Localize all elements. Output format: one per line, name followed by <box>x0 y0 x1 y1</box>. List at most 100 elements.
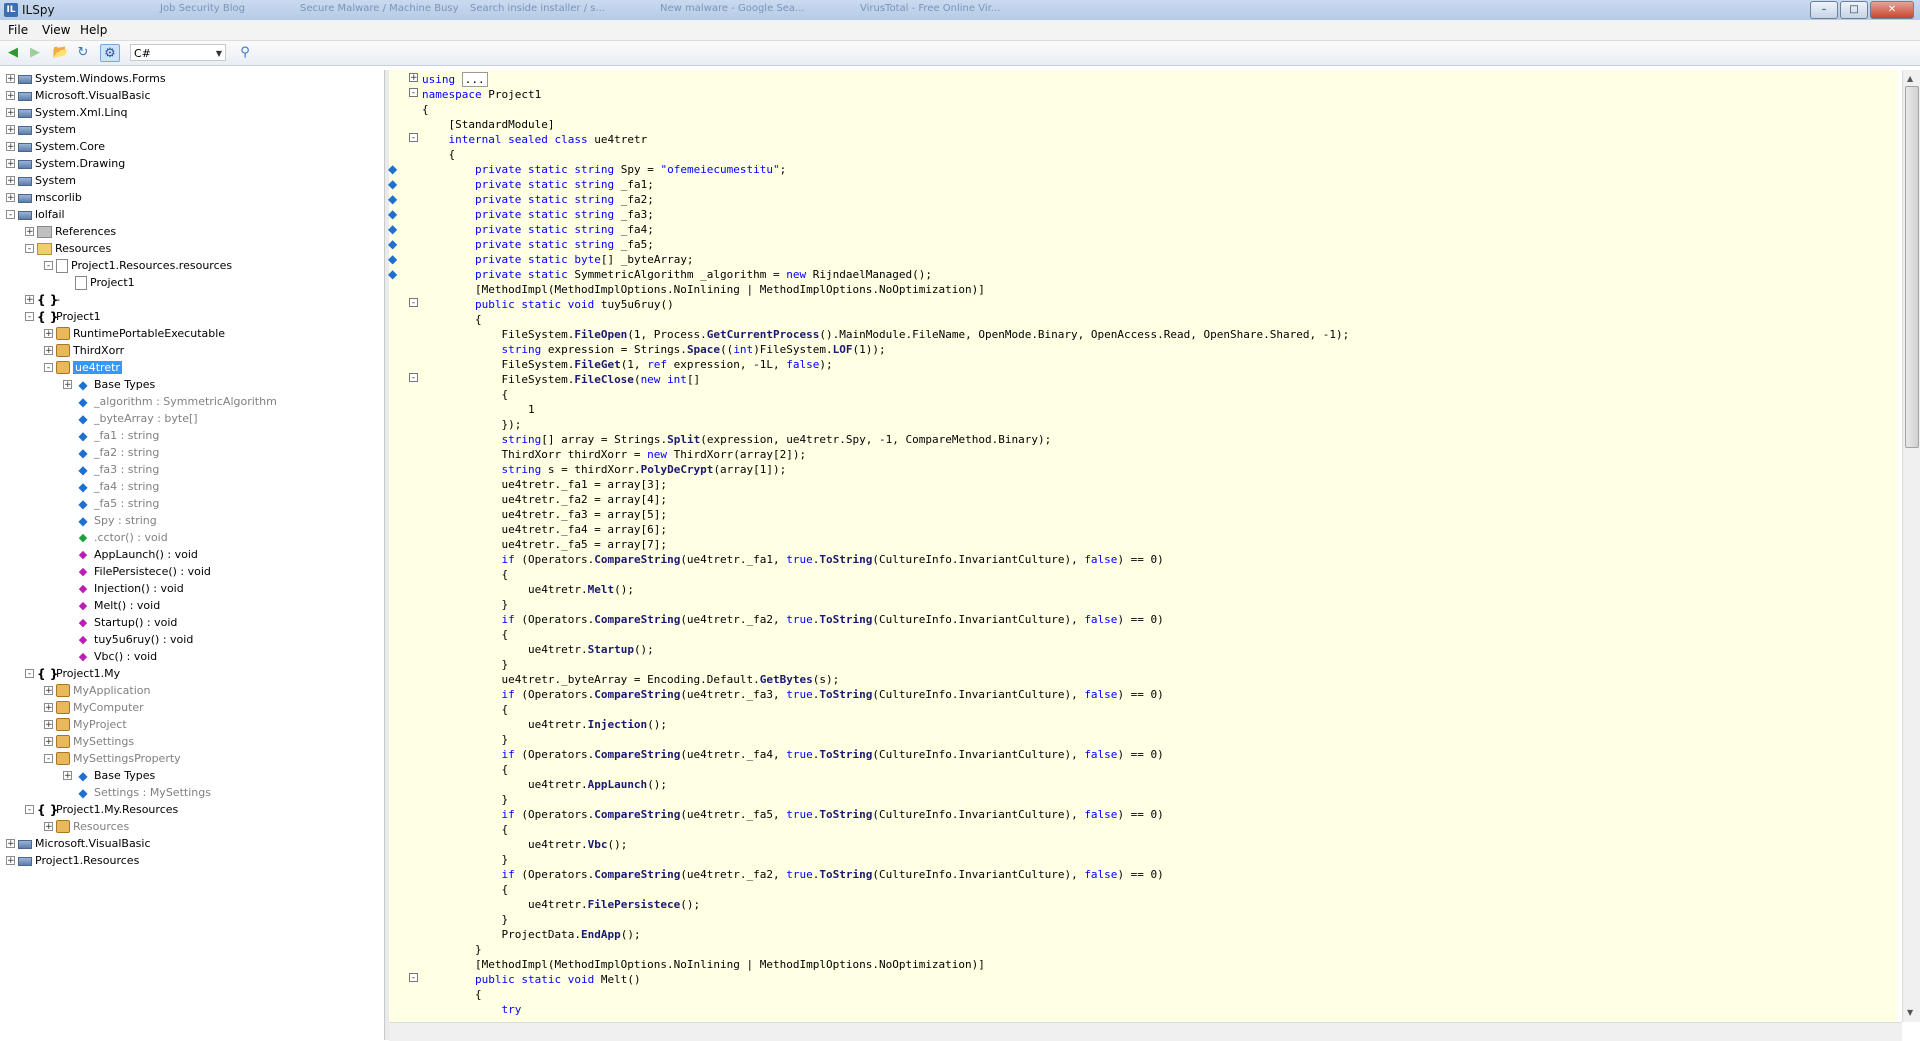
tree-item[interactable]: + ThirdXorr <box>44 342 124 359</box>
tree-item[interactable]: ◆ FilePersistece() : void <box>63 563 211 580</box>
tree-item[interactable]: + Resources <box>44 818 129 835</box>
tree-item[interactable]: - ue4tretr <box>44 359 122 376</box>
tree-item[interactable]: - Resources <box>25 240 111 257</box>
tree-item[interactable]: + Microsoft.VisualBasic <box>6 87 151 104</box>
maximize-button[interactable]: □ <box>1840 1 1868 19</box>
assembly-tree[interactable]: + System.Windows.Forms + Microsoft.VisualBa… <box>0 70 384 1040</box>
tree-item[interactable]: - Project1.Resources.resources <box>44 257 232 274</box>
collapse-icon[interactable]: - <box>6 210 15 220</box>
menu-help[interactable]: Help <box>80 23 107 37</box>
expand-icon[interactable]: + <box>409 73 418 83</box>
expand-icon[interactable]: + <box>63 771 72 781</box>
tree-item[interactable]: ◆ tuy5u6ruy() : void <box>63 631 194 648</box>
expand-icon[interactable]: + <box>25 227 34 237</box>
tree-item[interactable]: ◆ AppLaunch() : void <box>63 546 198 563</box>
tree-item[interactable]: + System.Xml.Linq <box>6 104 127 121</box>
expand-icon[interactable]: + <box>6 108 15 118</box>
expand-icon[interactable]: + <box>44 703 53 713</box>
expand-icon[interactable]: + <box>6 159 15 169</box>
collapse-icon[interactable]: - <box>44 261 53 271</box>
back-arrow-icon[interactable]: ◀ <box>4 44 22 62</box>
refresh-icon[interactable]: ↻ <box>74 44 92 62</box>
expand-icon[interactable]: + <box>6 142 15 152</box>
collapse-icon[interactable]: - <box>25 312 34 322</box>
tree-item[interactable]: Project1 <box>63 274 135 291</box>
tree-item[interactable]: + mscorlib <box>6 189 82 206</box>
tree-item[interactable]: + MyApplication <box>44 682 150 699</box>
tree-item[interactable]: + MyComputer <box>44 699 144 716</box>
expand-icon[interactable]: + <box>44 686 53 696</box>
expand-icon[interactable]: + <box>6 839 15 849</box>
tree-item[interactable]: + ◆ Base Types <box>63 767 155 784</box>
decompiled-code[interactable]: using ... namespace Project1 { [StandardMo… <box>422 72 1349 1017</box>
tree-item[interactable]: + MyProject <box>44 716 127 733</box>
tree-item[interactable]: + Project1.Resources <box>6 852 139 869</box>
tree-item[interactable]: +{ } - <box>25 291 60 308</box>
expand-icon[interactable]: + <box>44 720 53 730</box>
expand-icon[interactable]: + <box>25 295 34 305</box>
collapse-icon[interactable]: - <box>44 754 53 764</box>
expand-icon[interactable]: + <box>44 822 53 832</box>
menu-file[interactable]: File <box>8 23 28 37</box>
tree-item[interactable]: + References <box>25 223 116 240</box>
tree-item[interactable]: + MySettings <box>44 733 134 750</box>
tree-item[interactable]: ◆ _fa5 : string <box>63 495 159 512</box>
expand-icon[interactable]: + <box>44 737 53 747</box>
expand-icon[interactable]: + <box>6 91 15 101</box>
tree-item[interactable]: + System <box>6 172 76 189</box>
tree-item[interactable]: + ◆ Base Types <box>63 376 155 393</box>
minimize-button[interactable]: – <box>1810 1 1838 19</box>
tree-item[interactable]: ◆ Melt() : void <box>63 597 160 614</box>
tree-item[interactable]: ◆ Spy : string <box>63 512 156 529</box>
tree-item[interactable]: + System.Drawing <box>6 155 125 172</box>
collapse-icon[interactable]: - <box>25 244 34 254</box>
expand-icon[interactable]: + <box>44 329 53 339</box>
tree-item[interactable]: ◆ _fa2 : string <box>63 444 159 461</box>
collapse-icon[interactable]: - <box>409 298 418 308</box>
tree-item[interactable]: + System.Windows.Forms <box>6 70 166 87</box>
expand-icon[interactable]: + <box>6 176 15 186</box>
tree-item[interactable]: + Microsoft.VisualBasic <box>6 835 151 852</box>
menu-view[interactable]: View <box>42 23 70 37</box>
tree-item[interactable]: -{ } Project1.My <box>25 665 120 682</box>
vertical-scrollbar[interactable]: ▲ ▼ <box>1902 70 1920 1022</box>
collapse-icon[interactable]: - <box>409 373 418 383</box>
tree-item[interactable]: ◆ _fa3 : string <box>63 461 159 478</box>
expand-icon[interactable]: + <box>6 74 15 84</box>
scroll-down-icon[interactable]: ▼ <box>1907 1008 1913 1017</box>
expand-icon[interactable]: + <box>6 193 15 203</box>
close-button[interactable]: ✕ <box>1870 1 1914 19</box>
forward-arrow-icon[interactable]: ▶ <box>26 44 44 62</box>
expand-icon[interactable]: + <box>6 856 15 866</box>
scroll-thumb[interactable] <box>1905 86 1919 448</box>
search-icon[interactable]: ⚲ <box>236 44 254 62</box>
collapse-icon[interactable]: - <box>25 805 34 815</box>
collapse-icon[interactable]: - <box>25 669 34 679</box>
tree-item[interactable]: ◆ Vbc() : void <box>63 648 157 665</box>
tree-item[interactable]: + RuntimePortableExecutable <box>44 325 225 342</box>
tree-item[interactable]: ◆ Startup() : void <box>63 614 178 631</box>
collapse-icon[interactable]: - <box>409 133 418 143</box>
tree-item[interactable]: -{ } Project1 <box>25 308 101 325</box>
expand-icon[interactable]: + <box>6 125 15 135</box>
open-folder-icon[interactable]: 📂 <box>52 44 70 62</box>
collapse-icon[interactable]: - <box>44 363 53 373</box>
tree-item[interactable]: + System.Core <box>6 138 105 155</box>
tree-item[interactable]: -{ } Project1.My.Resources <box>25 801 178 818</box>
scroll-up-icon[interactable]: ▲ <box>1907 74 1913 83</box>
tree-item[interactable]: + System <box>6 121 76 138</box>
language-select[interactable]: C# ▼ <box>130 44 226 61</box>
tree-item[interactable]: ◆ Injection() : void <box>63 580 184 597</box>
collapse-icon[interactable]: - <box>409 88 418 98</box>
tree-item[interactable]: ◆ _byteArray : byte[] <box>63 410 197 427</box>
tree-item[interactable]: ◆ _algorithm : SymmetricAlgorithm <box>63 393 276 410</box>
tree-item[interactable]: ◆ Settings : MySettings <box>63 784 211 801</box>
tree-item[interactable]: - MySettingsProperty <box>44 750 181 767</box>
horizontal-scrollbar[interactable] <box>389 1022 1902 1041</box>
tree-item[interactable]: ◆ .cctor() : void <box>63 529 168 546</box>
tree-item[interactable]: - lolfail <box>6 206 65 223</box>
expand-icon[interactable]: + <box>44 346 53 356</box>
show-internal-icon[interactable]: ⚙ <box>100 44 120 62</box>
collapse-icon[interactable]: - <box>409 973 418 983</box>
tree-item[interactable]: ◆ _fa1 : string <box>63 427 159 444</box>
